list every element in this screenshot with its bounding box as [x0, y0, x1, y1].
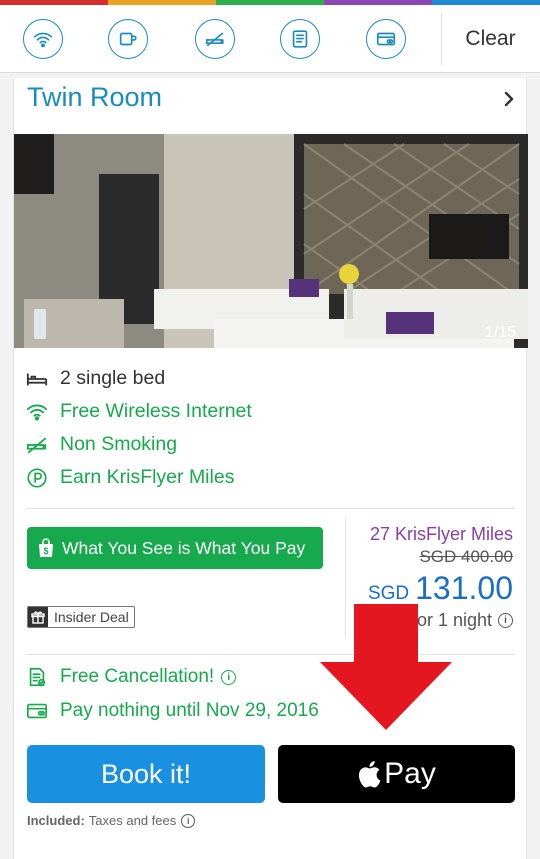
- amenity-label: Non Smoking: [60, 433, 178, 455]
- amenity-label: Free Wireless Internet: [60, 400, 252, 422]
- krisflyer-icon: [27, 467, 47, 488]
- red-down-arrow-icon: [320, 604, 452, 730]
- krisflyer-miles: 27 KrisFlyer Miles: [369, 524, 513, 544]
- price: SGD 131.00: [368, 570, 513, 607]
- coffee-cup-filter-icon[interactable]: [108, 19, 148, 59]
- wysiwyg-label: What You See is What You Pay: [62, 537, 306, 558]
- svg-text:$: $: [43, 546, 48, 556]
- document-filter-icon[interactable]: [280, 19, 320, 59]
- amenity-non-smoking: Non Smoking: [26, 433, 177, 456]
- gift-icon: [28, 607, 48, 627]
- amenity-krisflyer: Earn KrisFlyer Miles: [26, 466, 234, 489]
- apple-logo-icon: [359, 761, 381, 788]
- chevron-right-icon[interactable]: [500, 90, 518, 108]
- free-cancellation-label: Free Cancellation!: [60, 666, 215, 687]
- insider-deal-badge: Insider Deal: [27, 606, 135, 628]
- no-smoking-icon: [26, 437, 47, 453]
- amenity-label: Earn KrisFlyer Miles: [60, 466, 235, 488]
- clear-filters-button[interactable]: Clear: [441, 5, 540, 73]
- wysiwyg-badge: $ What You See is What You Pay: [27, 527, 323, 569]
- pay-later: Pay nothing until Nov 29, 2016: [26, 700, 319, 722]
- photo-counter: 1/15: [484, 324, 516, 341]
- free-cancellation: Free Cancellation! i: [26, 666, 237, 688]
- credit-card-icon: [27, 703, 47, 719]
- bed-icon: [26, 373, 48, 385]
- info-icon[interactable]: i: [181, 813, 196, 828]
- book-it-button[interactable]: Book it!: [27, 745, 265, 803]
- apple-pay-label: Pay: [384, 757, 436, 790]
- receipt-icon: [29, 667, 46, 687]
- included-prefix: Included:: [27, 813, 85, 828]
- apple-pay-button[interactable]: Pay: [278, 745, 515, 803]
- room-title[interactable]: Twin Room: [27, 82, 162, 113]
- room-card: Twin Room 1/15 2 single bed Free Wireles…: [13, 78, 528, 859]
- price-currency: SGD: [367, 583, 410, 604]
- info-icon[interactable]: i: [221, 669, 237, 685]
- room-photo[interactable]: 1/15: [14, 134, 528, 348]
- pay-later-label: Pay nothing until Nov 29, 2016: [60, 700, 319, 721]
- info-icon[interactable]: i: [498, 613, 513, 628]
- shopping-bag-icon: $: [39, 538, 53, 557]
- amenity-bed: 2 single bed: [26, 367, 165, 390]
- wifi-filter-icon[interactable]: [23, 19, 63, 59]
- credit-card-filter-icon[interactable]: [366, 19, 406, 59]
- original-price: SGD 400.00: [419, 547, 513, 566]
- amenity-wifi: Free Wireless Internet: [26, 400, 252, 423]
- price-amount: 131.00: [415, 570, 513, 606]
- no-smoking-filter-icon[interactable]: [195, 19, 235, 59]
- insider-deal-label: Insider Deal: [54, 609, 129, 625]
- wifi-icon: [26, 404, 48, 421]
- included-note: Included: Taxes and fees i: [27, 813, 196, 828]
- amenity-label: 2 single bed: [60, 367, 166, 389]
- included-text: Taxes and fees: [88, 813, 177, 828]
- divider: [26, 508, 515, 509]
